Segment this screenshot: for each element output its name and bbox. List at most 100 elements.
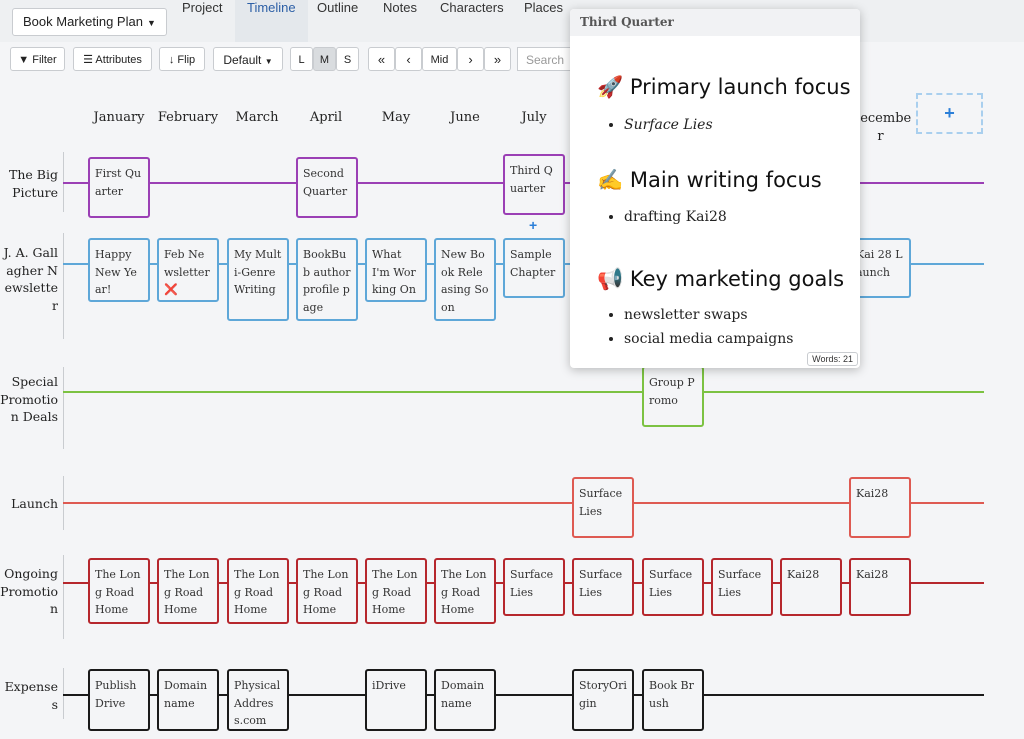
scene-card[interactable]: Kai28 [780, 558, 842, 616]
scene-card[interactable]: Surface Lies [503, 558, 565, 616]
scene-card[interactable]: The Long Road Home [296, 558, 358, 624]
section-list: drafting Kai28 [606, 205, 727, 229]
scene-card-selected[interactable]: Third Quarter [503, 154, 565, 215]
project-menu-label: Book Marketing Plan [23, 14, 143, 29]
scene-card[interactable]: What I'm Working On [365, 238, 427, 302]
filter-button[interactable]: ▼ Filter [10, 47, 65, 71]
scroll-first-button[interactable]: « [368, 47, 395, 71]
card-preview-popover: Third Quarter 🚀 Primary launch focus Sur… [570, 9, 860, 368]
scene-card[interactable]: iDrive [365, 669, 427, 731]
chevron-down-icon: ▼ [146, 18, 156, 28]
scene-card[interactable]: First Quarter [88, 157, 150, 218]
row-divider [63, 555, 64, 639]
word-count-badge: Words: 21 [807, 352, 858, 366]
scene-card[interactable]: The Long Road Home [365, 558, 427, 624]
scene-card[interactable]: Domain name [157, 669, 219, 731]
megaphone-icon: 📢 [597, 267, 624, 291]
scene-card[interactable]: Surface Lies [642, 558, 704, 616]
scene-card[interactable]: Sample Chapter [503, 238, 565, 298]
scene-card[interactable]: New Book Releasing Soon [434, 238, 496, 321]
search-input[interactable]: Search [517, 47, 571, 71]
project-menu-button[interactable]: Book Marketing Plan ▼ [12, 8, 167, 36]
scroll-mid-button[interactable]: Mid [422, 47, 457, 71]
scene-card[interactable]: PhysicalAddress.com [227, 669, 289, 731]
scene-card[interactable]: PublishDrive [88, 669, 150, 731]
row-label[interactable]: Ongoing Promotion [0, 565, 58, 618]
section-heading: 📢 Key marketing goals [597, 267, 844, 292]
tab-project[interactable]: Project [170, 0, 234, 42]
scene-card[interactable]: Surface Lies [711, 558, 773, 616]
scene-card[interactable]: Happy New Year! [88, 238, 150, 302]
scene-card[interactable]: Book Brush [642, 669, 704, 731]
timeline-lane [63, 391, 984, 393]
month-header[interactable]: January [84, 110, 154, 125]
filter-label: Filter [32, 54, 57, 66]
scene-card[interactable]: The Long Road Home [434, 558, 496, 624]
scene-card[interactable]: My Multi-Genre Writing [227, 238, 289, 321]
row-label[interactable]: The Big Picture [0, 166, 58, 201]
top-nav-bar: Book Marketing Plan ▼ Project Timeline Ou… [0, 0, 1024, 43]
row-divider [63, 233, 64, 339]
timeline-toolbar: ▼ Filter ☰ Attributes ↓ Flip Default ▼ L… [0, 42, 1024, 80]
scene-card[interactable]: Domain name [434, 669, 496, 731]
scene-card[interactable]: Kai28 [849, 558, 911, 616]
timeline-lane [63, 502, 984, 504]
list-item: social media campaigns [624, 327, 793, 351]
attributes-label: Attributes [95, 54, 142, 66]
scroll-last-button[interactable]: » [484, 47, 511, 71]
view-dropdown[interactable]: Default ▼ [213, 47, 283, 71]
tab-notes[interactable]: Notes [371, 0, 429, 42]
scene-card[interactable]: StoryOrigin [572, 669, 634, 731]
month-header[interactable]: May [361, 110, 431, 125]
arrow-down-icon: ↓ [168, 54, 175, 66]
list-item: newsletter swaps [624, 303, 793, 327]
chevron-down-icon: ▼ [264, 57, 273, 66]
section-heading-text: Key marketing goals [629, 267, 845, 291]
filter-icon: ▼ [18, 54, 30, 66]
scene-card[interactable]: Feb Newsletter ❌ [157, 238, 219, 302]
attributes-button[interactable]: ☰ Attributes [73, 47, 152, 71]
view-label: Default [223, 53, 262, 67]
row-label[interactable]: Special Promotion Deals [0, 373, 58, 426]
section-heading-text: Primary launch focus [629, 75, 851, 99]
rocket-icon: 🚀 [597, 75, 624, 99]
month-header[interactable]: June [430, 110, 500, 125]
row-label[interactable]: Expenses [0, 678, 58, 713]
flip-button[interactable]: ↓ Flip [159, 47, 205, 71]
size-s-button[interactable]: S [336, 47, 359, 71]
scroll-prev-button[interactable]: ‹ [395, 47, 422, 71]
row-label[interactable]: Launch [0, 495, 58, 513]
month-header[interactable]: March [222, 110, 292, 125]
scene-card[interactable]: Surface Lies [572, 558, 634, 616]
month-header[interactable]: July [499, 110, 569, 125]
tab-characters[interactable]: Characters [428, 0, 516, 42]
month-header[interactable]: April [291, 110, 361, 125]
section-heading-text: Main writing focus [629, 168, 822, 192]
add-column-button[interactable]: + [916, 93, 983, 134]
list-item: drafting Kai28 [624, 205, 727, 229]
scene-card[interactable]: The Long Road Home [157, 558, 219, 624]
add-card-icon[interactable]: + [529, 217, 537, 233]
section-list: Surface Lies [606, 113, 713, 137]
tab-outline[interactable]: Outline [305, 0, 370, 42]
tab-places[interactable]: Places [512, 0, 575, 42]
scene-card[interactable]: The Long Road Home [227, 558, 289, 624]
scene-card[interactable]: Second Quarter [296, 157, 358, 218]
tab-timeline[interactable]: Timeline [235, 0, 308, 42]
size-m-button[interactable]: M [313, 47, 336, 71]
scene-card[interactable]: The Long Road Home [88, 558, 150, 624]
popover-title: Third Quarter [570, 9, 860, 36]
section-heading: ✍️ Main writing focus [597, 168, 822, 193]
size-l-button[interactable]: L [290, 47, 313, 71]
scene-card[interactable]: Group Promo [642, 366, 704, 427]
scene-card[interactable]: BookBub author profile page [296, 238, 358, 321]
scroll-next-button[interactable]: › [457, 47, 484, 71]
row-label[interactable]: J. A. Gallagher Newsletter [0, 244, 58, 314]
scene-card[interactable]: Kai28 [849, 477, 911, 538]
scene-card[interactable]: Surface Lies [572, 477, 634, 538]
row-divider [63, 367, 64, 449]
month-header[interactable]: February [153, 110, 223, 125]
list-icon: ☰ [83, 54, 93, 66]
flip-label: Flip [177, 54, 196, 66]
writing-hand-icon: ✍️ [597, 168, 624, 192]
